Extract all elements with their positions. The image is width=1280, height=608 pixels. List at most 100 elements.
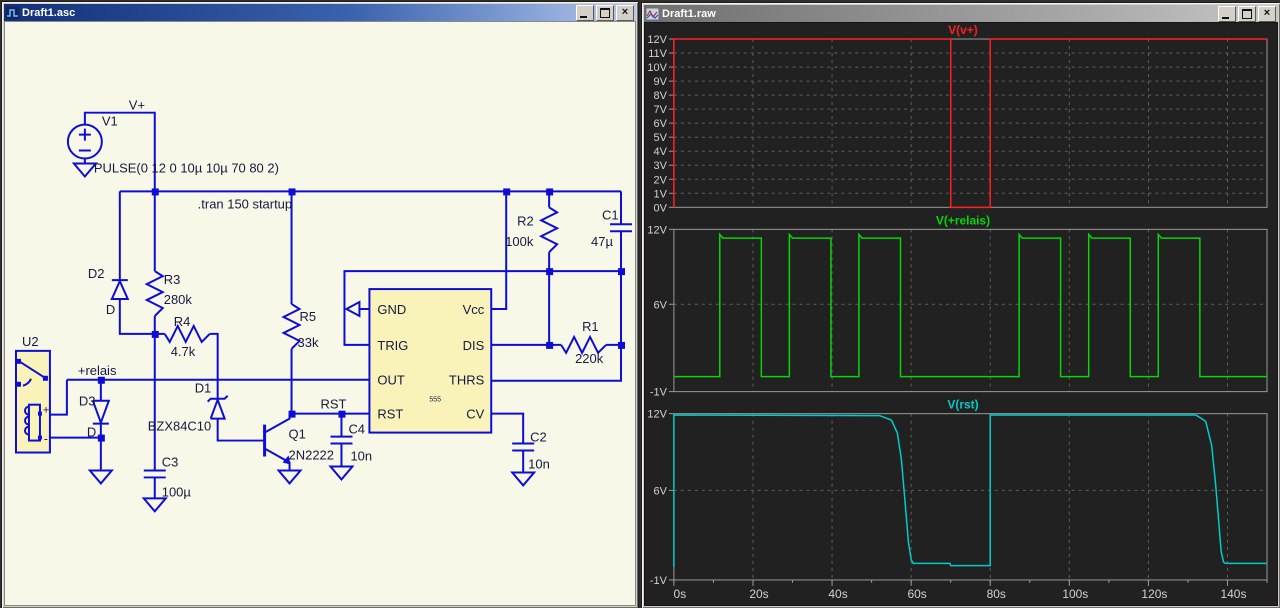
y-tick-label: 3V	[654, 160, 668, 172]
schematic-label: 220k	[575, 351, 604, 366]
waveform-window-title: Draft1.raw	[662, 7, 716, 20]
plots-drawing[interactable]: 12V 11V 10V 9V 8V 7V 6V 5V 4V 3V 2V 1V 0V V(v+) 12V 6V -…	[645, 23, 1277, 605]
schematic-label: D3	[79, 394, 96, 409]
x-tick-label: 140s	[1221, 587, 1247, 601]
schematic-label: 100µ	[162, 484, 192, 499]
pane-title: V(rst)	[947, 398, 978, 412]
x-tick-label: 120s	[1141, 587, 1167, 601]
schematic-window-title: Draft1.asc	[22, 6, 76, 19]
waveform-window: Draft1.raw × 12V 11V 10V 9V 8V 7V 6V 5V 4V 3V 2V 1V…	[641, 2, 1280, 608]
y-tick-label: 6V	[654, 485, 668, 497]
schematic-label: +relais	[78, 363, 117, 378]
component-v1-voltage-source[interactable]	[66, 123, 103, 160]
schematic-label: DIS	[463, 338, 485, 353]
schematic-label: R4	[174, 314, 191, 329]
schematic-label: THRS	[449, 373, 485, 388]
maximize-button[interactable]	[1238, 5, 1256, 22]
schematic-drawing[interactable]: V+ V1 PULSE(0 12 0 10µ 10µ 70 80 2) .tran 1…	[5, 22, 635, 605]
y-tick-label: 12V	[647, 34, 667, 46]
schematic-label: R5	[300, 309, 317, 324]
component-d1-zener-diode[interactable]	[206, 395, 229, 420]
plot-pane-V(rst)[interactable]: 12V 6V -1V V(rst)	[647, 398, 1268, 587]
plot-pane-V(+relais)[interactable]: 12V 6V -1V V(+relais)	[647, 213, 1268, 399]
y-tick-label: 0V	[654, 202, 668, 214]
component-q1-transistor[interactable]	[263, 413, 291, 471]
y-tick-label: 10V	[647, 62, 667, 74]
schematic-label: 280k	[164, 292, 193, 307]
y-tick-label: -1V	[650, 387, 668, 399]
waveform-app-icon	[646, 7, 659, 20]
schematic-label: C1	[602, 207, 619, 222]
pane-title: V(v+)	[948, 23, 978, 37]
schematic-label: R1	[582, 319, 599, 334]
schematic-titlebar[interactable]: Draft1.asc ×	[4, 4, 636, 21]
y-tick-label: 6V	[654, 299, 668, 311]
schematic-label: 2N2222	[289, 448, 334, 463]
desktop: Draft1.asc × V+ V1 PULSE(0 12 0 10µ 10µ …	[0, 0, 1280, 608]
y-tick-label: 5V	[654, 132, 668, 144]
schematic-label: D1	[195, 381, 212, 396]
y-tick-label: 12V	[647, 409, 667, 421]
schematic-label: -	[44, 432, 48, 446]
minimize-button[interactable]	[1218, 5, 1236, 22]
y-tick-label: 11V	[648, 48, 667, 60]
y-tick-label: 9V	[654, 76, 668, 88]
plot-pane-V(v+)[interactable]: 12V 11V 10V 9V 8V 7V 6V 5V 4V 3V 2V 1V 0V V(v+)	[647, 23, 1268, 214]
component-c2-capacitor[interactable]	[512, 442, 535, 452]
schematic-label: OUT	[377, 373, 404, 388]
schematic-label: D	[106, 302, 115, 317]
x-tick-label: 100s	[1062, 587, 1088, 601]
minimize-button[interactable]	[576, 4, 594, 21]
schematic-label: RST	[377, 407, 403, 422]
time-axis: 0s 20s 40s 60s 80s 100s 120s 140s	[673, 579, 1268, 601]
y-tick-label: 2V	[654, 174, 668, 186]
plot-panel[interactable]: 12V 11V 10V 9V 8V 7V 6V 5V 4V 3V 2V 1V 0V V(v+) 12V 6V -…	[644, 22, 1278, 606]
schematic-label: RST	[320, 397, 346, 412]
waveform-titlebar[interactable]: Draft1.raw ×	[644, 5, 1278, 22]
component-r3-resistor[interactable]	[144, 270, 165, 317]
component-c3-capacitor[interactable]	[143, 469, 166, 479]
close-button[interactable]: ×	[616, 4, 634, 21]
schematic-canvas[interactable]: V+ V1 PULSE(0 12 0 10µ 10µ 70 80 2) .tran 1…	[4, 21, 636, 606]
component-d2-diode[interactable]	[110, 278, 130, 301]
schematic-label: CV	[466, 407, 484, 422]
y-tick-label: 4V	[654, 146, 668, 158]
schematic-label: Q1	[289, 427, 306, 442]
y-tick-label: 1V	[654, 188, 668, 200]
schematic-label: D	[87, 425, 96, 440]
component-c1-capacitor[interactable]	[610, 223, 633, 233]
y-tick-label: 7V	[654, 104, 668, 116]
x-tick-label: 20s	[749, 587, 768, 601]
schematic-label: D2	[88, 266, 105, 281]
component-c4-capacitor[interactable]	[330, 435, 353, 445]
schematic-label: +	[43, 405, 49, 417]
schematic-label: 555	[429, 397, 441, 404]
schematic-label: C4	[348, 422, 365, 437]
schematic-label: 4.7k	[171, 344, 196, 359]
schematic-label: R3	[164, 272, 181, 287]
schematic-label: V1	[102, 114, 118, 129]
schematic-label: R2	[517, 213, 534, 228]
schematic-label: 33k	[298, 335, 319, 350]
schematic-label: 100k	[505, 234, 534, 249]
schematic-label: PULSE(0 12 0 10µ 10µ 70 80 2)	[94, 160, 279, 175]
maximize-button[interactable]	[596, 4, 614, 21]
schematic-label: 10n	[528, 456, 550, 471]
component-r2-resistor[interactable]	[538, 206, 560, 253]
plot-frame	[673, 228, 1268, 393]
schematic-label: C2	[530, 430, 547, 445]
schematic-label: C3	[162, 454, 179, 469]
schematic-label: GND	[377, 302, 406, 317]
close-button[interactable]: ×	[1258, 5, 1276, 22]
schematic-window: Draft1.asc × V+ V1 PULSE(0 12 0 10µ 10µ …	[1, 1, 639, 608]
schematic-label: U2	[22, 334, 39, 349]
ltspice-app-icon	[6, 6, 19, 19]
schematic-label: TRIG	[377, 338, 408, 353]
trace-V(+relais)[interactable]	[673, 232, 1268, 378]
y-tick-label: 8V	[654, 90, 668, 102]
trace-V(rst)[interactable]	[673, 414, 1268, 568]
x-tick-label: 0s	[674, 587, 687, 601]
schematic-label: V+	[129, 98, 145, 113]
x-tick-label: 40s	[828, 587, 847, 601]
y-tick-label: 6V	[654, 118, 668, 130]
